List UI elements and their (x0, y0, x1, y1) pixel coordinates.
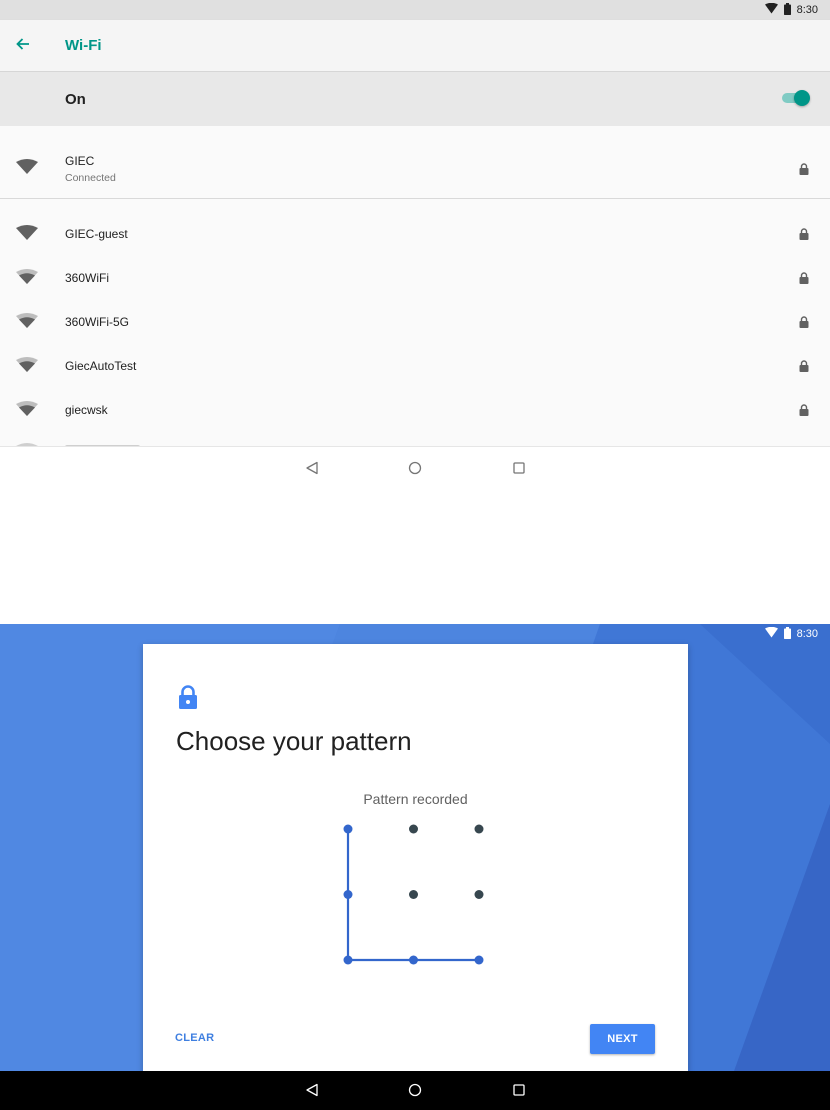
nav-back-icon[interactable] (305, 461, 319, 475)
pattern-dot[interactable] (409, 824, 418, 834)
network-name: GIEC-guest (65, 227, 128, 241)
network-item[interactable]: giecwsk (0, 390, 830, 430)
lock-icon (799, 315, 809, 328)
network-item[interactable]: 360WiFi-5G (0, 302, 830, 342)
setup-card: Choose your pattern Pattern recorded CLE… (143, 644, 688, 1072)
navigation-bar (0, 446, 830, 490)
lock-icon (799, 403, 809, 416)
status-time: 8:30 (796, 628, 818, 640)
toggle-thumb (794, 90, 810, 106)
wifi-signal-3bar-icon (16, 269, 38, 285)
pattern-dot[interactable] (474, 824, 484, 834)
network-item[interactable]: GiecAutoTest (0, 346, 830, 386)
pattern-dot-selected[interactable] (343, 890, 353, 899)
network-text: 360WiFi-5G (65, 315, 129, 329)
master-switch-label: On (65, 90, 86, 108)
nav-recents-icon[interactable] (512, 461, 526, 475)
back-button[interactable] (0, 20, 46, 72)
nav-home-icon[interactable] (408, 461, 422, 475)
network-name: giecwsk (65, 403, 108, 417)
pattern-dot-selected[interactable] (343, 955, 353, 965)
list-divider (0, 198, 830, 199)
pattern-dot[interactable] (474, 890, 484, 899)
network-name: 360WiFi-5G (65, 315, 130, 329)
clear-button[interactable]: CLEAR (175, 1032, 214, 1044)
battery-icon (783, 2, 791, 18)
lock-icon (177, 685, 199, 709)
lock-icon (799, 271, 809, 284)
lock-icon (799, 162, 809, 175)
network-item[interactable]: GIEC-guest (0, 214, 830, 254)
navigation-bar (0, 1071, 830, 1110)
network-name: GiecAutoTest (65, 359, 137, 373)
wifi-signal-full-icon (16, 159, 38, 175)
nav-back-icon[interactable] (305, 1083, 319, 1097)
pattern-dot-selected[interactable] (409, 955, 418, 965)
wifi-signal-icon (764, 626, 778, 641)
pattern-dot-selected[interactable] (343, 824, 353, 834)
wifi-signal-full-icon (16, 225, 38, 241)
wifi-signal-3bar-icon (16, 401, 38, 417)
page-title: Choose your pattern (176, 726, 412, 756)
pattern-grid[interactable] (333, 814, 493, 974)
network-text: GIEC Connected (65, 154, 116, 184)
lock-icon (799, 359, 809, 372)
status-bar: 8:30 (0, 624, 830, 644)
wifi-toggle[interactable] (780, 90, 810, 106)
network-item[interactable]: 360WiFi (0, 258, 830, 298)
wifi-signal-icon (764, 2, 778, 17)
next-button[interactable]: NEXT (590, 1024, 655, 1054)
status-bar: 8:30 (0, 0, 830, 20)
battery-icon (783, 626, 791, 642)
network-text: 360WiFi (65, 271, 109, 285)
lock-icon (799, 227, 809, 240)
pattern-dot[interactable] (409, 890, 418, 899)
nav-recents-icon[interactable] (512, 1083, 526, 1097)
network-text: GIEC-guest (65, 227, 128, 241)
network-text: GiecAutoTest (65, 359, 136, 373)
network-item-partial[interactable] (0, 438, 830, 446)
network-status: Connected (65, 172, 116, 184)
wifi-signal-3bar-icon (16, 357, 38, 373)
network-name: GIEC (65, 154, 95, 168)
arrow-back-icon (16, 37, 30, 55)
wifi-master-switch-bar[interactable]: On (0, 72, 830, 126)
pattern-dot-selected[interactable] (474, 955, 484, 965)
pattern-status-message: Pattern recorded (363, 791, 468, 807)
network-list: GIEC Connected GIEC-guest 360WiFi 360WiF… (0, 126, 830, 446)
network-item-connected[interactable]: GIEC Connected (0, 126, 830, 198)
page-title: Wi-Fi (65, 37, 102, 54)
choose-pattern-screen: 8:30 Choose your pattern Pattern recorde… (0, 624, 830, 1110)
network-text: giecwsk (65, 403, 108, 417)
app-bar: Wi-Fi (0, 20, 830, 72)
network-name: 360WiFi (65, 271, 110, 285)
status-time: 8:30 (796, 4, 818, 16)
nav-home-icon[interactable] (408, 1083, 422, 1097)
wifi-signal-3bar-icon (16, 313, 38, 329)
wifi-settings-screen: 8:30 Wi-Fi On GIEC Connected GIEC-guest … (0, 0, 830, 490)
